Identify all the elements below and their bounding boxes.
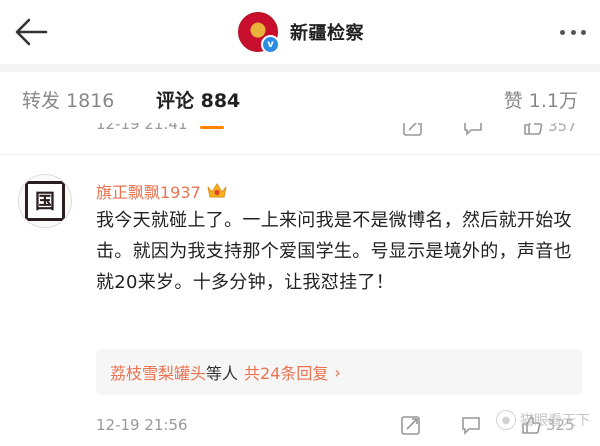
comment-icon (464, 123, 482, 136)
previous-comment-time: 12-19 21:41 (96, 123, 188, 133)
share-icon (403, 123, 422, 136)
watermark-text: 猫眼看天下 (520, 413, 590, 429)
commenter-username[interactable]: 旗正飘飘1937 (96, 179, 201, 203)
tab-likes[interactable]: 赞 1.1万 (504, 86, 578, 113)
comment-button[interactable] (462, 123, 484, 137)
reply-author-link[interactable]: 荔枝雪梨罐头 (110, 360, 206, 384)
comment-button[interactable] (460, 414, 482, 436)
more-dots-icon[interactable] (560, 30, 586, 36)
account-name[interactable]: 新疆检察 (290, 19, 364, 45)
share-button[interactable] (402, 123, 424, 137)
arrow-left-icon (15, 18, 48, 46)
reply-total-link[interactable]: 共24条回复 (244, 360, 328, 384)
reply-suffix: 等人 (206, 364, 239, 383)
top-bar: v 新疆检察 (0, 0, 600, 64)
chevron-right-icon: › (334, 362, 341, 382)
thumb-up-icon (524, 123, 543, 135)
previous-like-count: 357 (548, 123, 577, 135)
watermark: ● 猫眼看天下 (496, 410, 590, 430)
share-icon (401, 416, 420, 435)
commenter-name-row: 旗正飘飘1937 (96, 179, 228, 203)
verified-badge-icon: v (261, 35, 280, 54)
like-button[interactable]: 357 (522, 123, 577, 137)
account-avatar[interactable]: v (238, 12, 280, 54)
comment-time: 12-19 21:56 (96, 416, 188, 434)
replies-summary[interactable]: 荔枝雪梨罐头 等人 共24条回复 › (96, 349, 582, 395)
tab-comments[interactable]: 评论 884 (156, 86, 240, 113)
back-button[interactable] (12, 12, 52, 52)
comment-icon (462, 417, 480, 435)
previous-comment-meta: 12-19 21:41 357 (0, 123, 600, 139)
comment-body: 我今天就碰上了。一上来问我是不是微博名，然后就开始攻击。就因为我支持那个爱国学生… (96, 210, 572, 293)
avatar-character: 国 (35, 189, 55, 213)
comment-divider (0, 154, 600, 155)
wechat-icon: ● (496, 410, 516, 430)
tab-bar: 转发 1816 评论 884 赞 1.1万 (0, 72, 600, 130)
tab-repost[interactable]: 转发 1816 (22, 86, 114, 113)
avatar-frame: 国 (25, 181, 65, 221)
section-separator (0, 64, 600, 72)
commenter-avatar[interactable]: 国 (18, 174, 72, 228)
crown-icon (207, 183, 227, 198)
share-button[interactable] (400, 414, 422, 436)
account-header[interactable]: v 新疆检察 (238, 12, 364, 54)
